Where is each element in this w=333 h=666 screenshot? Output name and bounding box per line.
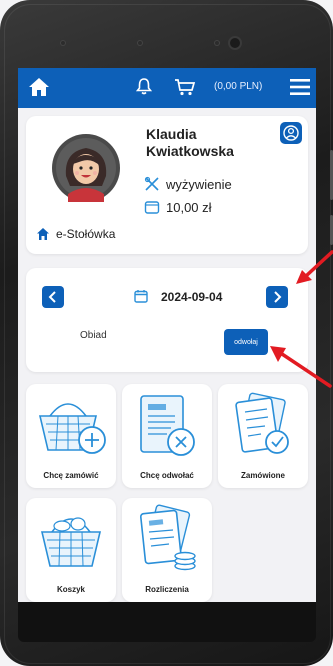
avatar xyxy=(52,134,120,207)
hamburger-menu-icon[interactable] xyxy=(290,79,310,100)
tile-label: Chcę zamówić xyxy=(43,471,99,480)
tile-label: Chcę odwołać xyxy=(140,471,194,480)
meal-name: Obiad xyxy=(80,330,107,341)
bell-icon[interactable] xyxy=(135,77,153,100)
home-icon[interactable] xyxy=(28,77,50,102)
document-cancel-icon xyxy=(140,395,195,456)
tile-cancel[interactable]: Chcę odwołać xyxy=(122,384,212,488)
documents-coins-icon xyxy=(139,504,196,571)
tile-label: Zamówione xyxy=(240,471,285,480)
service-label: wyżywienie xyxy=(166,176,232,192)
school-name: e-Stołówka xyxy=(56,227,116,241)
calendar-icon xyxy=(134,289,148,308)
speaker-dot xyxy=(214,40,220,46)
annotation-arrow-cancel xyxy=(270,346,332,388)
annotation-arrow-next xyxy=(296,250,333,284)
basket-icon xyxy=(40,517,102,567)
chevron-right-icon xyxy=(274,291,282,303)
tile-order[interactable]: Chcę zamówić xyxy=(26,384,116,488)
tile-settlements[interactable]: Rozliczenia xyxy=(122,498,212,602)
user-last-name: Kwiatkowska xyxy=(146,143,234,159)
app-header: (0,00 PLN) xyxy=(18,68,316,108)
next-day-button[interactable] xyxy=(266,286,288,308)
phone-bottom-bar xyxy=(18,602,316,642)
documents-check-icon xyxy=(235,392,289,454)
front-camera xyxy=(230,38,240,48)
cart-total[interactable]: (0,00 PLN) xyxy=(214,81,262,92)
tile-label: Koszyk xyxy=(56,585,85,594)
chevron-left-icon xyxy=(48,291,56,303)
profile-card: Klaudia Kwiatkowska wyżywienie 10,00 zł … xyxy=(26,116,308,254)
balance-row: 10,00 zł xyxy=(144,199,212,215)
previous-day-button[interactable] xyxy=(42,286,64,308)
user-name: Klaudia Kwiatkowska xyxy=(146,126,234,160)
tile-label: Rozliczenia xyxy=(145,585,189,594)
cart-icon[interactable] xyxy=(174,78,196,101)
balance-value: 10,00 zł xyxy=(166,199,212,215)
school-row: e-Stołówka xyxy=(36,227,115,241)
speaker-dot xyxy=(137,40,143,46)
wallet-icon xyxy=(144,201,160,214)
service-row: wyżywienie xyxy=(144,176,232,192)
tile-basket[interactable]: Koszyk xyxy=(26,498,116,602)
selected-date[interactable]: 2024-09-04 xyxy=(161,290,222,304)
tile-ordered[interactable]: Zamówione xyxy=(218,384,308,488)
phone-frame: (0,00 PLN) Klaudia Kwiatkowska wyżywieni… xyxy=(0,0,333,666)
cancel-meal-button[interactable]: odwołaj xyxy=(224,329,268,355)
cutlery-icon xyxy=(144,176,159,191)
phone-speaker xyxy=(60,40,220,46)
home-icon xyxy=(37,228,49,240)
speaker-dot xyxy=(60,40,66,46)
user-first-name: Klaudia xyxy=(146,126,197,142)
basket-plus-icon xyxy=(38,403,106,454)
app-screen: (0,00 PLN) Klaudia Kwiatkowska wyżywieni… xyxy=(18,68,316,602)
user-circle-icon[interactable] xyxy=(280,122,302,149)
